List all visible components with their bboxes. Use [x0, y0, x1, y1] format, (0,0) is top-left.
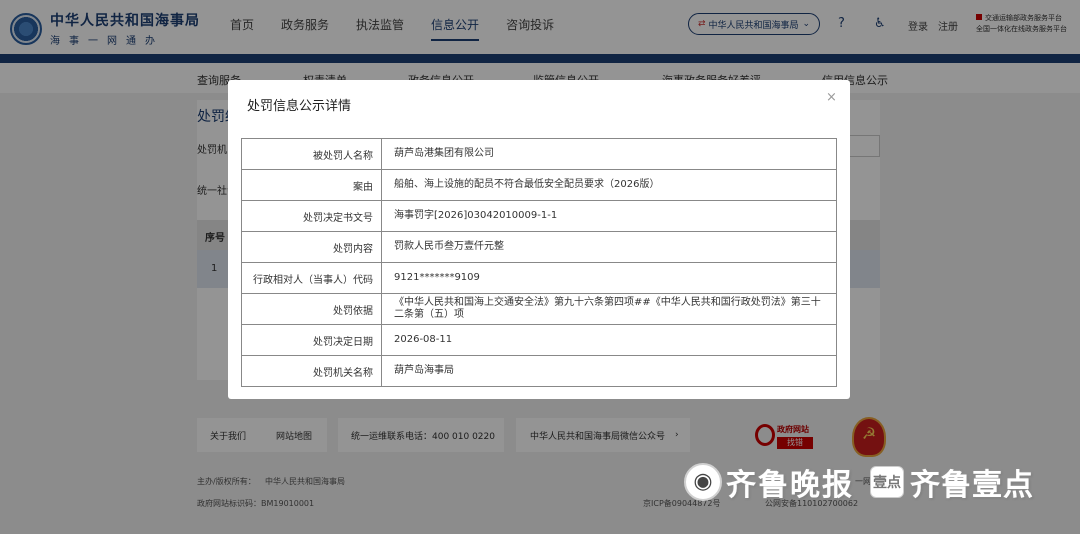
- detail-key: 处罚内容: [241, 231, 382, 263]
- detail-value: 《中华人民共和国海上交通安全法》第九十六条第四项##《中华人民共和国行政处罚法》…: [381, 293, 837, 325]
- detail-value: 9121*******9109: [381, 262, 837, 294]
- detail-key: 处罚决定书文号: [241, 200, 382, 232]
- detail-key: 处罚机关名称: [241, 355, 382, 387]
- detail-key: 处罚依据: [241, 293, 382, 325]
- penalty-detail-modal: 处罚信息公示详情 × 被处罚人名称 葫芦岛港集团有限公司 案由 船舶、海上设施的…: [228, 80, 850, 399]
- detail-value: 罚款人民币叁万壹仟元整: [381, 231, 837, 263]
- watermark-logo-icon: ◉: [684, 463, 722, 501]
- penalty-detail-table: 被处罚人名称 葫芦岛港集团有限公司 案由 船舶、海上设施的配员不符合最低安全配员…: [241, 138, 837, 387]
- detail-key: 行政相对人（当事人）代码: [241, 262, 382, 294]
- detail-value: 船舶、海上设施的配员不符合最低安全配员要求（2026版）: [381, 169, 837, 201]
- detail-value: 葫芦岛海事局: [381, 355, 837, 387]
- detail-row-authority: 处罚机关名称 葫芦岛海事局: [241, 355, 837, 387]
- watermark-text-2: 齐鲁壹点: [910, 468, 1034, 503]
- close-icon[interactable]: ×: [826, 90, 837, 105]
- detail-key: 案由: [241, 169, 382, 201]
- detail-row-case-cause: 案由 船舶、海上设施的配员不符合最低安全配员要求（2026版）: [241, 169, 837, 201]
- detail-value: 2026-08-11: [381, 324, 837, 356]
- detail-key: 处罚决定日期: [241, 324, 382, 356]
- detail-row-decision-date: 处罚决定日期 2026-08-11: [241, 324, 837, 356]
- detail-row-party-code: 行政相对人（当事人）代码 9121*******9109: [241, 262, 837, 294]
- detail-row-penalty-content: 处罚内容 罚款人民币叁万壹仟元整: [241, 231, 837, 263]
- modal-title: 处罚信息公示详情: [247, 99, 352, 114]
- detail-row-party-name: 被处罚人名称 葫芦岛港集团有限公司: [241, 138, 837, 170]
- watermark-box: 壹点: [870, 466, 904, 498]
- detail-key: 被处罚人名称: [241, 138, 382, 170]
- watermark: ◉ 齐鲁晚报 壹点 齐鲁壹点: [684, 462, 1034, 503]
- detail-row-legal-basis: 处罚依据 《中华人民共和国海上交通安全法》第九十六条第四项##《中华人民共和国行…: [241, 293, 837, 325]
- detail-row-decision-number: 处罚决定书文号 海事罚字[2026]03042010009-1-1: [241, 200, 837, 232]
- detail-value: 海事罚字[2026]03042010009-1-1: [381, 200, 837, 232]
- watermark-text-1: 齐鲁晚报: [726, 468, 854, 503]
- detail-value: 葫芦岛港集团有限公司: [381, 138, 837, 170]
